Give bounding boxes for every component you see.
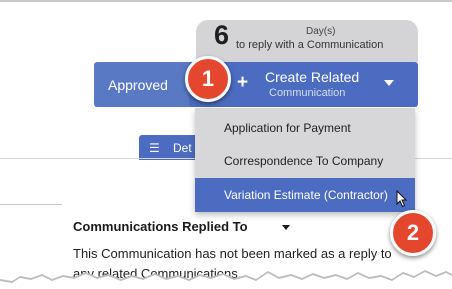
create-related-label: Create Related (265, 69, 360, 85)
menu-item-correspondence-to-company[interactable]: Correspondence To Company (195, 145, 415, 177)
menu-item-application-for-payment[interactable]: Application for Payment (195, 112, 415, 144)
caret-down-icon[interactable] (282, 225, 290, 230)
plus-icon: + (237, 72, 249, 93)
list-icon: ☰ (149, 141, 160, 155)
screenshot-frame: 6 Day(s) to reply with a Communication A… (0, 0, 452, 289)
tab-details-label: Det (173, 141, 192, 155)
approved-button[interactable]: Approved (94, 62, 198, 107)
create-related-sublabel: Communication (269, 87, 346, 99)
panel-divider (0, 204, 62, 205)
menu-item-label: Application for Payment (224, 121, 351, 135)
chevron-down-icon[interactable] (384, 80, 394, 86)
menu-item-label: Correspondence To Company (224, 154, 384, 168)
mouse-pointer-icon (396, 190, 408, 208)
tab-details[interactable]: ☰ Det (139, 135, 203, 160)
menu-item-variation-estimate-contractor[interactable]: Variation Estimate (Contractor) (195, 178, 415, 212)
create-related-menu: Application for Payment Correspondence T… (195, 108, 415, 212)
section-title: Communications Replied To (73, 219, 248, 234)
step-badge-1: 1 (185, 56, 231, 102)
approved-label: Approved (108, 77, 168, 93)
reply-deadline-panel: 6 Day(s) to reply with a Communication (196, 20, 418, 62)
reply-deadline-text: to reply with a Communication (236, 39, 384, 51)
top-border (0, 0, 452, 2)
days-remaining-count: 6 (214, 20, 230, 50)
days-unit-label: Day(s) (306, 26, 336, 37)
torn-paper-edge (0, 270, 452, 289)
menu-item-label: Variation Estimate (Contractor) (224, 188, 388, 202)
